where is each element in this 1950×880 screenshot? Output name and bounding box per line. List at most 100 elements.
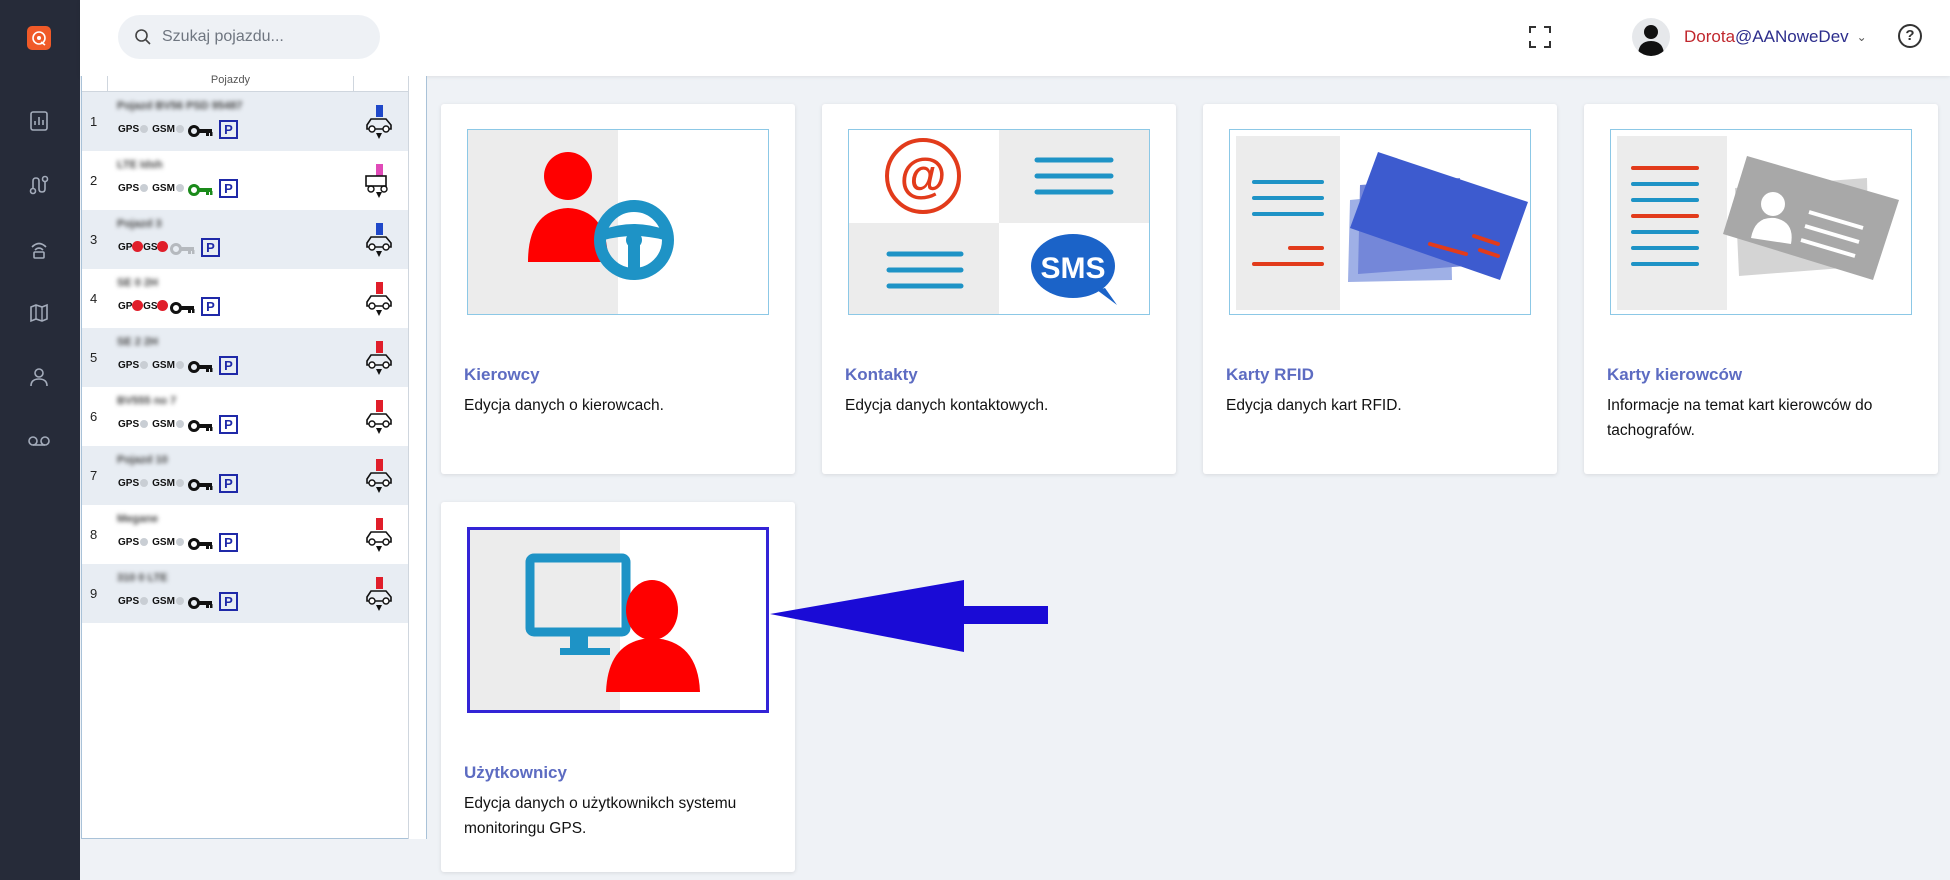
ignition-key-icon: [187, 419, 214, 432]
parking-icon: P: [218, 415, 238, 434]
card-description: Edycja danych kart RFID.: [1226, 397, 1402, 414]
ignition-key-icon: [187, 537, 214, 550]
ignition-key-icon: [169, 301, 196, 314]
gsm-status: GSM: [152, 360, 184, 371]
row-number: 5: [90, 350, 98, 365]
chevron-down-icon: ⌄: [1856, 30, 1867, 44]
vehicle-name: Megane: [117, 513, 158, 525]
driver-cards-illustration: [1610, 129, 1912, 315]
gps-status: GPS: [118, 537, 149, 548]
parking-icon: P: [218, 120, 238, 139]
user-icon[interactable]: [26, 364, 52, 390]
vehicle-status-icons: GPS GSM P: [118, 179, 238, 198]
vehicle-row[interactable]: 6 BV555 no 7 GPS GSM P: [82, 387, 408, 446]
vehicle-type-icon[interactable]: [362, 105, 396, 139]
ignition-key-icon: [187, 596, 214, 609]
vehicle-row[interactable]: 8 Megane GPS GSM P: [82, 505, 408, 564]
gps-status: GPS: [118, 300, 143, 312]
contacts-illustration: @ SMS: [848, 129, 1150, 315]
gps-status: GPS: [118, 419, 149, 430]
vehicle-name: 310 0 LTE: [117, 572, 168, 584]
card-title[interactable]: Karty kierowców: [1607, 365, 1742, 385]
vehicle-status-icons: GPS GSM P: [118, 533, 238, 552]
vehicle-row[interactable]: 4 SE 0 2H GPS GSM P: [82, 269, 408, 328]
search-input[interactable]: [162, 28, 362, 46]
gps-status: GPS: [118, 183, 149, 194]
vehicle-row[interactable]: 2 LTE Idsh GPS GSM P: [82, 151, 408, 210]
card-description: Edycja danych kontaktowych.: [845, 397, 1049, 414]
svg-text:SMS: SMS: [1040, 252, 1105, 285]
vehicle-type-icon[interactable]: [362, 341, 396, 375]
parking-icon: P: [218, 533, 238, 552]
voicemail-icon[interactable]: [26, 428, 52, 454]
vehicle-search[interactable]: [118, 15, 380, 59]
card-title[interactable]: Kierowcy: [464, 365, 540, 385]
row-number: 8: [90, 527, 98, 542]
vehicle-column-header[interactable]: Pojazdy: [108, 75, 354, 92]
vehicle-row[interactable]: 5 SE 2 2H GPS GSM P: [82, 328, 408, 387]
vehicle-row[interactable]: 1 Pojazd BV56 PSD 95487 GPS GSM P: [82, 92, 408, 151]
vehicle-row[interactable]: 9 310 0 LTE GPS GSM P: [82, 564, 408, 623]
gsm-status: GSM: [143, 300, 169, 312]
parking-icon: P: [218, 356, 238, 375]
vehicle-type-icon[interactable]: [362, 400, 396, 434]
row-number: 1: [90, 114, 98, 129]
vehicle-name: Pojazd 10: [117, 454, 168, 466]
vehicle-type-icon[interactable]: [362, 282, 396, 316]
vehicle-type-icon[interactable]: [362, 223, 396, 257]
vehicle-name: SE 2 2H: [117, 336, 158, 348]
parking-icon: P: [218, 592, 238, 611]
card-description: Informacje na temat kart kierowców do ta…: [1607, 397, 1873, 439]
ignition-key-icon: [187, 478, 214, 491]
card-description: Edycja danych o użytkownikch systemu mon…: [464, 795, 737, 837]
users-illustration: [467, 527, 769, 713]
gsm-status: GSM: [152, 183, 184, 194]
vehicle-type-icon[interactable]: [362, 459, 396, 493]
vehicle-list-scrollbar[interactable]: [408, 76, 426, 839]
vehicle-type-icon[interactable]: [362, 577, 396, 611]
signal-icon[interactable]: [26, 236, 52, 262]
card-title[interactable]: Kontakty: [845, 365, 918, 385]
row-number: 2: [90, 173, 98, 188]
parking-icon: P: [200, 297, 220, 316]
card-title[interactable]: Użytkownicy: [464, 763, 567, 783]
row-number: 3: [90, 232, 98, 247]
gsm-status: GSM: [152, 419, 184, 430]
rfid-cards-illustration: [1229, 129, 1531, 315]
ignition-key-icon: [187, 124, 214, 137]
app-logo-icon[interactable]: [27, 26, 51, 50]
vehicle-type-icon[interactable]: [362, 518, 396, 552]
vehicle-status-icons: GPS GSM P: [118, 356, 238, 375]
vehicle-status-icons: GPS GSM P: [118, 297, 220, 316]
routes-icon[interactable]: [26, 172, 52, 198]
help-icon[interactable]: ?: [1898, 24, 1922, 48]
card-drivers[interactable]: Kierowcy Edycja danych o kierowcach.: [441, 104, 795, 474]
vehicle-row[interactable]: 3 Pojazd 3 GPS GSM P: [82, 210, 408, 269]
gsm-status: GSM: [152, 596, 184, 607]
card-title[interactable]: Karty RFID: [1226, 365, 1314, 385]
search-icon: [135, 29, 151, 45]
parking-icon: P: [218, 474, 238, 493]
annotation-arrow: [770, 580, 1048, 652]
row-number: 7: [90, 468, 98, 483]
card-users[interactable]: Użytkownicy Edycja danych o użytkownikch…: [441, 502, 795, 872]
vehicle-name: SE 0 2H: [117, 277, 158, 289]
gps-status: GPS: [118, 241, 143, 253]
drivers-illustration: [467, 129, 769, 315]
vehicle-name: Pojazd BV56 PSD 95487: [117, 100, 243, 112]
vehicle-row[interactable]: 7 Pojazd 10 GPS GSM P: [82, 446, 408, 505]
vehicle-status-icons: GPS GSM P: [118, 238, 220, 257]
reports-icon[interactable]: [26, 108, 52, 134]
vehicle-name: BV555 no 7: [117, 395, 177, 407]
card-contacts[interactable]: @ SMS Kontakty Edycja danych kontaktowyc…: [822, 104, 1176, 474]
card-driver-cards[interactable]: Karty kierowców Informacje na temat kart…: [1584, 104, 1938, 474]
vehicle-type-icon[interactable]: [362, 164, 396, 198]
parking-icon: P: [200, 238, 220, 257]
gps-status: GPS: [118, 124, 149, 135]
fullscreen-icon[interactable]: [1528, 25, 1552, 49]
card-rfid[interactable]: Karty RFID Edycja danych kart RFID.: [1203, 104, 1557, 474]
gps-status: GPS: [118, 596, 149, 607]
vehicle-name: Pojazd 3: [117, 218, 162, 230]
map-icon[interactable]: [26, 300, 52, 326]
user-menu[interactable]: Dorota@AANoweDev ⌄: [1632, 17, 1867, 57]
